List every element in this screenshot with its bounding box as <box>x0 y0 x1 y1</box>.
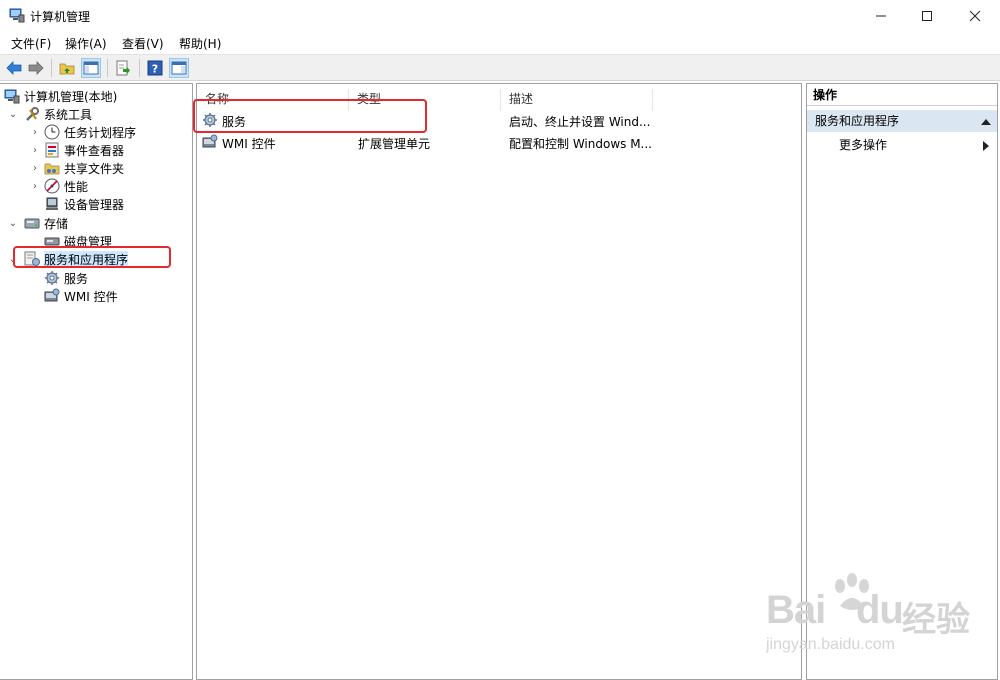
console-tree-icon <box>83 61 99 75</box>
annotation-box-services <box>193 99 427 133</box>
list-item-description: 配置和控制 Windows M... <box>509 137 652 151</box>
tree-item-shared-folders[interactable]: › 共享文件夹 <box>33 159 125 177</box>
console-tree-pane: 计算机管理(本地) ⌄ 系统工具 › 任务计划程序 › 事件查看器 › 共享文件… <box>0 83 193 680</box>
folder-up-icon <box>59 63 75 75</box>
tree-label: 服务 <box>64 271 89 286</box>
toolbar: ? <box>0 54 1000 81</box>
collapse-triangle-icon[interactable] <box>981 118 991 125</box>
more-actions-item[interactable]: 更多操作 <box>807 134 997 156</box>
annotation-box-services-and-applications <box>13 246 171 268</box>
menu-action[interactable]: 操作(A) <box>65 35 107 52</box>
tree-item-device-manager[interactable]: 设备管理器 <box>44 195 124 213</box>
up-folder-button[interactable] <box>57 58 77 78</box>
tree-item-computer-management[interactable]: 计算机管理(本地) <box>4 87 117 105</box>
tree-label: 设备管理器 <box>64 197 125 212</box>
close-button[interactable] <box>952 0 998 32</box>
tree-label: 共享文件夹 <box>64 161 125 176</box>
shared-folder-icon <box>44 163 60 175</box>
tree-label: 系统工具 <box>44 107 93 122</box>
help-icon: ? <box>147 60 163 76</box>
event-viewer-icon <box>45 142 59 158</box>
device-manager-icon <box>46 197 58 210</box>
list-item-description: 启动、终止并设置 Wind... <box>509 115 651 129</box>
collapse-chevron-icon[interactable]: ⌄ <box>8 109 18 120</box>
export-list-icon <box>116 60 130 76</box>
menu-help[interactable]: 帮助(H) <box>179 35 221 52</box>
minimize-button[interactable] <box>858 0 904 32</box>
tree-item-services[interactable]: 服务 <box>44 269 88 287</box>
expand-chevron-icon[interactable]: › <box>30 145 40 156</box>
menu-file[interactable]: 文件(F) <box>11 35 51 52</box>
action-pane-icon <box>171 61 187 75</box>
show-action-pane-button[interactable] <box>169 58 189 78</box>
tree-label: 存储 <box>44 216 69 231</box>
tree-label: WMI 控件 <box>64 289 118 304</box>
close-icon <box>969 10 981 22</box>
list-item-name: WMI 控件 <box>222 137 276 151</box>
maximize-icon <box>922 11 932 21</box>
tree-item-system-tools[interactable]: ⌄ 系统工具 <box>9 105 93 123</box>
actions-section-label: 服务和应用程序 <box>815 114 900 128</box>
watermark-logo-bai: Bai <box>766 588 826 632</box>
tree-item-storage[interactable]: ⌄ 存储 <box>9 214 69 232</box>
toolbar-separator <box>139 59 140 77</box>
more-actions-label: 更多操作 <box>839 138 888 152</box>
back-arrow-icon <box>6 61 22 75</box>
computer-management-icon <box>4 89 20 104</box>
watermark-jingyan: 经验 <box>902 600 970 640</box>
window-title: 计算机管理 <box>30 10 91 24</box>
tree-item-wmi-control[interactable]: WMI 控件 <box>44 287 118 305</box>
title-bar: 计算机管理 <box>0 0 1000 32</box>
forward-arrow-icon <box>28 61 44 75</box>
expand-chevron-icon[interactable]: › <box>30 127 40 138</box>
minimize-icon <box>876 15 886 17</box>
tree-label: 任务计划程序 <box>64 125 137 140</box>
actions-section-services-apps[interactable]: 服务和应用程序 <box>807 110 997 132</box>
submenu-arrow-icon <box>983 141 989 151</box>
clock-icon <box>44 124 60 140</box>
back-button[interactable] <box>4 58 24 78</box>
tree-item-event-viewer[interactable]: › 事件查看器 <box>33 141 125 159</box>
tools-icon <box>26 107 39 121</box>
toolbar-separator <box>107 59 108 77</box>
tree-item-performance[interactable]: › 性能 <box>33 177 89 195</box>
results-pane: 名称 类型 描述 服务 启动、终止并设置 Wind... WMI 控件 扩展管理… <box>196 83 802 680</box>
tree-label: 事件查看器 <box>64 143 125 158</box>
tree-label: 性能 <box>64 179 89 194</box>
export-list-button[interactable] <box>113 58 133 78</box>
menu-view[interactable]: 查看(V) <box>122 35 164 52</box>
wmi-control-icon <box>44 288 60 302</box>
watermark-logo-du: du <box>856 588 904 632</box>
wmi-control-icon <box>202 134 218 148</box>
computer-management-icon <box>9 8 25 23</box>
forward-button[interactable] <box>26 58 46 78</box>
list-item[interactable]: WMI 控件 扩展管理单元 配置和控制 Windows M... <box>202 132 798 153</box>
column-header-description[interactable]: 描述 <box>501 89 653 111</box>
performance-icon <box>44 178 60 194</box>
tree-label: 计算机管理(本地) <box>24 89 118 104</box>
svg-text:?: ? <box>152 63 158 76</box>
show-console-tree-button[interactable] <box>81 58 101 78</box>
watermark-url: jingyan.baidu.com <box>766 636 895 653</box>
expand-chevron-icon[interactable]: › <box>30 181 40 192</box>
tree-item-task-scheduler[interactable]: › 任务计划程序 <box>33 123 137 141</box>
actions-header: 操作 <box>807 84 997 106</box>
collapse-chevron-icon[interactable]: ⌄ <box>8 218 18 229</box>
maximize-button[interactable] <box>904 0 950 32</box>
services-gear-icon <box>45 271 59 285</box>
toolbar-separator <box>51 59 52 77</box>
list-item-type: 扩展管理单元 <box>358 137 431 151</box>
storage-icon <box>24 218 40 229</box>
menu-bar: 文件(F) 操作(A) 查看(V) 帮助(H) <box>0 32 1000 54</box>
baidu-jingyan-watermark: Bai du 经验 jingyan.baidu.com <box>752 572 992 672</box>
expand-chevron-icon[interactable]: › <box>30 163 40 174</box>
help-button[interactable]: ? <box>145 58 165 78</box>
